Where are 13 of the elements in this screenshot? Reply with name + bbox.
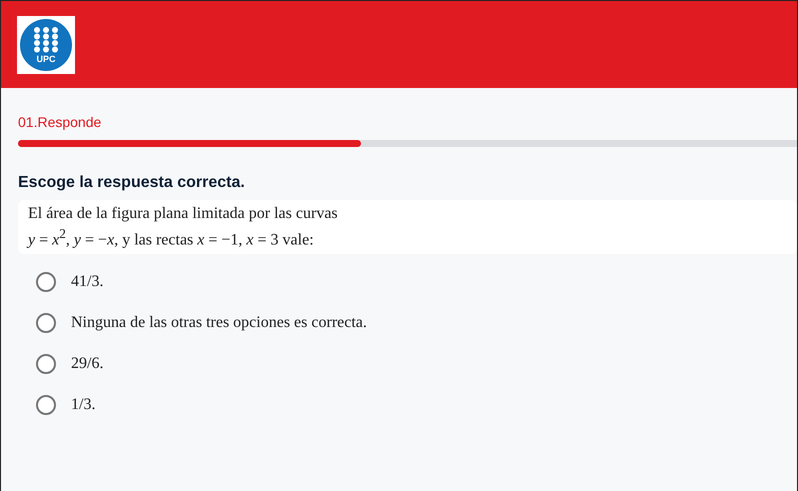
radio-button[interactable] <box>36 395 56 416</box>
radio-button[interactable] <box>36 354 56 374</box>
question-text: y = x$^{2}$, y = −x, y las rectas x = −1, x = 3 vale: <box>28 225 315 250</box>
radio-button[interactable] <box>36 313 56 334</box>
instruction-text: Escoge la respuesta correcta. <box>18 174 246 192</box>
logo-icon: UPC <box>17 16 75 74</box>
option-label[interactable]: 41/3. <box>71 273 104 292</box>
radio-button[interactable] <box>36 272 56 292</box>
option-label[interactable]: Ninguna de las otras tres opciones es correcta. <box>71 314 367 332</box>
option-label[interactable]: 1/3. <box>71 396 96 414</box>
option-label[interactable]: 29/6. <box>71 355 104 374</box>
section-title: 01.Responde <box>18 114 102 130</box>
question-text: El área de la figura plana limitada por las curvas <box>28 204 339 224</box>
